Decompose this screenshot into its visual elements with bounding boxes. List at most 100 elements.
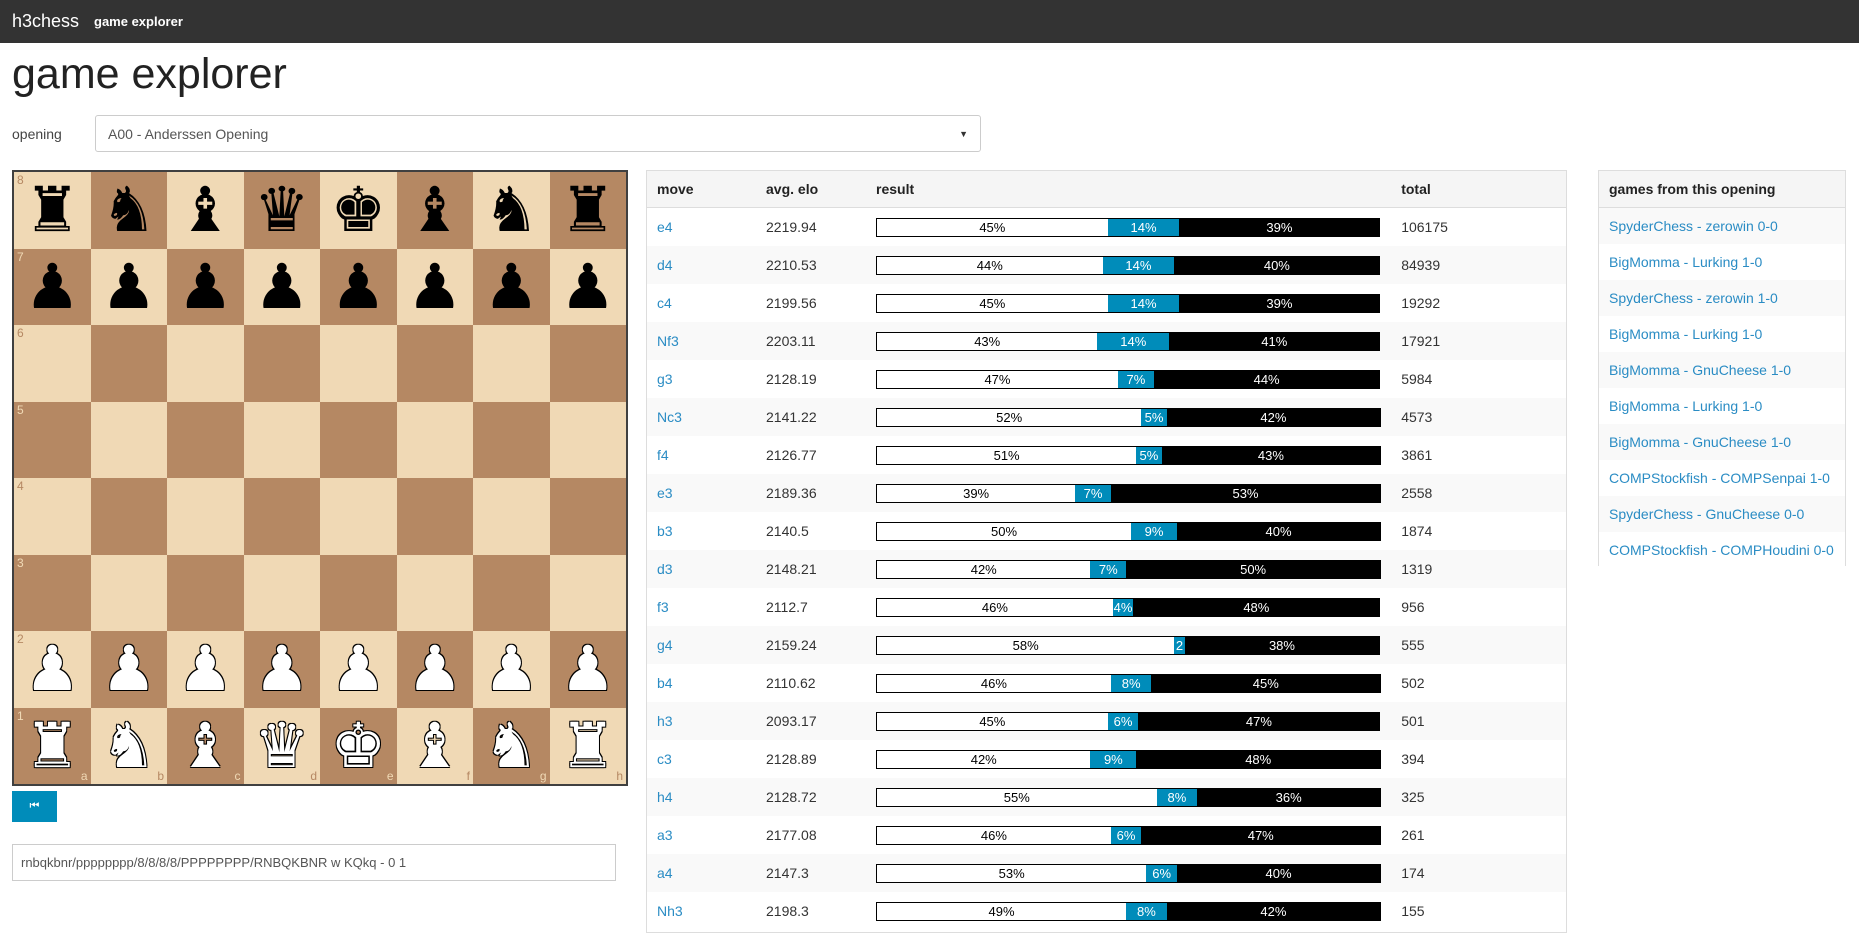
move-row[interactable]: e3 2189.36 39% 7% 53% 2558 [647,474,1566,512]
square-c5[interactable] [167,401,244,478]
square-c7[interactable]: ♟ [167,248,244,325]
square-d1[interactable]: d ♛ [243,707,320,784]
opening-select[interactable]: A00 - Anderssen Opening ▼ [95,115,981,152]
square-g8[interactable]: ♞ [473,172,550,249]
white-bishop-icon[interactable]: ♝ [177,714,233,777]
square-b2[interactable]: ♟ [90,631,167,708]
square-a7[interactable]: 7 ♟ [14,248,91,325]
square-f1[interactable]: f ♝ [396,707,473,784]
white-knight-icon[interactable]: ♞ [483,714,539,777]
black-pawn-icon[interactable]: ♟ [254,255,310,318]
fen-input[interactable]: rnbqkbnr/pppppppp/8/8/8/8/PPPPPPPP/RNBQK… [12,844,616,881]
black-pawn-icon[interactable]: ♟ [330,255,386,318]
move-link[interactable]: e4 [657,219,673,235]
move-link[interactable]: a3 [657,827,673,843]
square-b1[interactable]: b ♞ [90,707,167,784]
white-rook-icon[interactable]: ♜ [24,714,80,777]
white-knight-icon[interactable]: ♞ [101,714,157,777]
move-row[interactable]: d3 2148.21 42% 7% 50% 1319 [647,550,1566,588]
square-e7[interactable]: ♟ [320,248,397,325]
square-h6[interactable] [549,325,626,402]
move-row[interactable]: b4 2110.62 46% 8% 45% 502 [647,664,1566,702]
black-king-icon[interactable]: ♚ [330,179,386,241]
square-c3[interactable] [167,554,244,631]
move-row[interactable]: f4 2126.77 51% 5% 43% 3861 [647,436,1566,474]
square-b5[interactable] [90,401,167,478]
move-link[interactable]: Nc3 [657,409,682,425]
white-pawn-icon[interactable]: ♟ [24,638,80,700]
black-queen-icon[interactable]: ♛ [254,179,310,241]
square-e1[interactable]: e ♚ [320,707,397,784]
black-bishop-icon[interactable]: ♝ [177,179,233,241]
black-rook-icon[interactable]: ♜ [24,179,80,241]
black-pawn-icon[interactable]: ♟ [483,255,539,318]
square-e6[interactable] [320,325,397,402]
white-pawn-icon[interactable]: ♟ [330,638,386,700]
move-link[interactable]: g4 [657,637,673,653]
move-link[interactable]: a4 [657,865,673,881]
black-pawn-icon[interactable]: ♟ [560,255,616,318]
game-link[interactable]: SpyderChess - GnuCheese 0-0 [1609,506,1804,522]
square-b6[interactable] [90,325,167,402]
square-a4[interactable]: 4 [14,478,91,555]
square-f3[interactable] [396,554,473,631]
nav-link-game-explorer[interactable]: game explorer [94,14,183,29]
move-link[interactable]: c4 [657,295,672,311]
white-pawn-icon[interactable]: ♟ [177,638,233,700]
square-f5[interactable] [396,401,473,478]
black-pawn-icon[interactable]: ♟ [101,255,157,318]
move-row[interactable]: Nc3 2141.22 52% 5% 42% 4573 [647,398,1566,436]
move-row[interactable]: h4 2128.72 55% 8% 36% 325 [647,778,1566,816]
square-f8[interactable]: ♝ [396,172,473,249]
square-h5[interactable] [549,401,626,478]
white-pawn-icon[interactable]: ♟ [101,638,157,700]
black-pawn-icon[interactable]: ♟ [407,255,463,318]
game-link[interactable]: BigMomma - GnuCheese 1-0 [1609,362,1791,378]
move-row[interactable]: a3 2177.08 46% 6% 47% 261 [647,816,1566,854]
square-h3[interactable] [549,554,626,631]
go-to-start-button[interactable]: ⏮ [12,791,57,822]
move-row[interactable]: c4 2199.56 45% 14% 39% 19292 [647,284,1566,322]
move-link[interactable]: c3 [657,751,672,767]
move-row[interactable]: g3 2128.19 47% 7% 44% 5984 [647,360,1566,398]
square-f7[interactable]: ♟ [396,248,473,325]
square-a1[interactable]: 1 a ♜ [14,707,91,784]
square-g5[interactable] [473,401,550,478]
black-pawn-icon[interactable]: ♟ [177,255,233,318]
square-a8[interactable]: 8 ♜ [14,172,91,249]
move-row[interactable]: e4 2219.94 45% 14% 39% 106175 [647,208,1566,247]
game-link[interactable]: COMPStockfish - COMPHoudini 0-0 [1609,542,1834,558]
move-link[interactable]: f3 [657,599,669,615]
square-b3[interactable] [90,554,167,631]
white-rook-icon[interactable]: ♜ [560,714,616,777]
white-pawn-icon[interactable]: ♟ [407,638,463,700]
square-g1[interactable]: g ♞ [473,707,550,784]
game-link[interactable]: SpyderChess - zerowin 1-0 [1609,290,1778,306]
white-pawn-icon[interactable]: ♟ [254,638,310,700]
square-d4[interactable] [243,478,320,555]
square-a3[interactable]: 3 [14,554,91,631]
move-link[interactable]: b3 [657,523,673,539]
square-h8[interactable]: ♜ [549,172,626,249]
move-link[interactable]: b4 [657,675,673,691]
square-g6[interactable] [473,325,550,402]
square-h1[interactable]: h ♜ [549,707,626,784]
game-link[interactable]: COMPStockfish - COMPSenpai 1-0 [1609,470,1830,486]
square-c6[interactable] [167,325,244,402]
move-link[interactable]: e3 [657,485,673,501]
chess-board[interactable]: 8 ♜ ♞ ♝ ♛ ♚ ♝ ♞ ♜ 7 ♟ ♟ ♟ ♟ ♟ ♟ ♟ ♟ 6 5 4 3 2 ♟ ♟ ♟ ♟ ♟ ♟ ♟ ♟ 1 a ♜ b ♞ c ♝ d ♛… [12,170,628,786]
white-pawn-icon[interactable]: ♟ [560,638,616,700]
move-row[interactable]: d4 2210.53 44% 14% 40% 84939 [647,246,1566,284]
square-g3[interactable] [473,554,550,631]
square-e2[interactable]: ♟ [320,631,397,708]
game-link[interactable]: SpyderChess - zerowin 0-0 [1609,218,1778,234]
square-h2[interactable]: ♟ [549,631,626,708]
square-b4[interactable] [90,478,167,555]
black-knight-icon[interactable]: ♞ [483,179,539,241]
square-f4[interactable] [396,478,473,555]
square-a5[interactable]: 5 [14,401,91,478]
move-link[interactable]: f4 [657,447,669,463]
move-link[interactable]: d4 [657,257,673,273]
move-link[interactable]: h3 [657,713,673,729]
move-row[interactable]: Nh3 2198.3 49% 8% 42% 155 [647,892,1566,930]
